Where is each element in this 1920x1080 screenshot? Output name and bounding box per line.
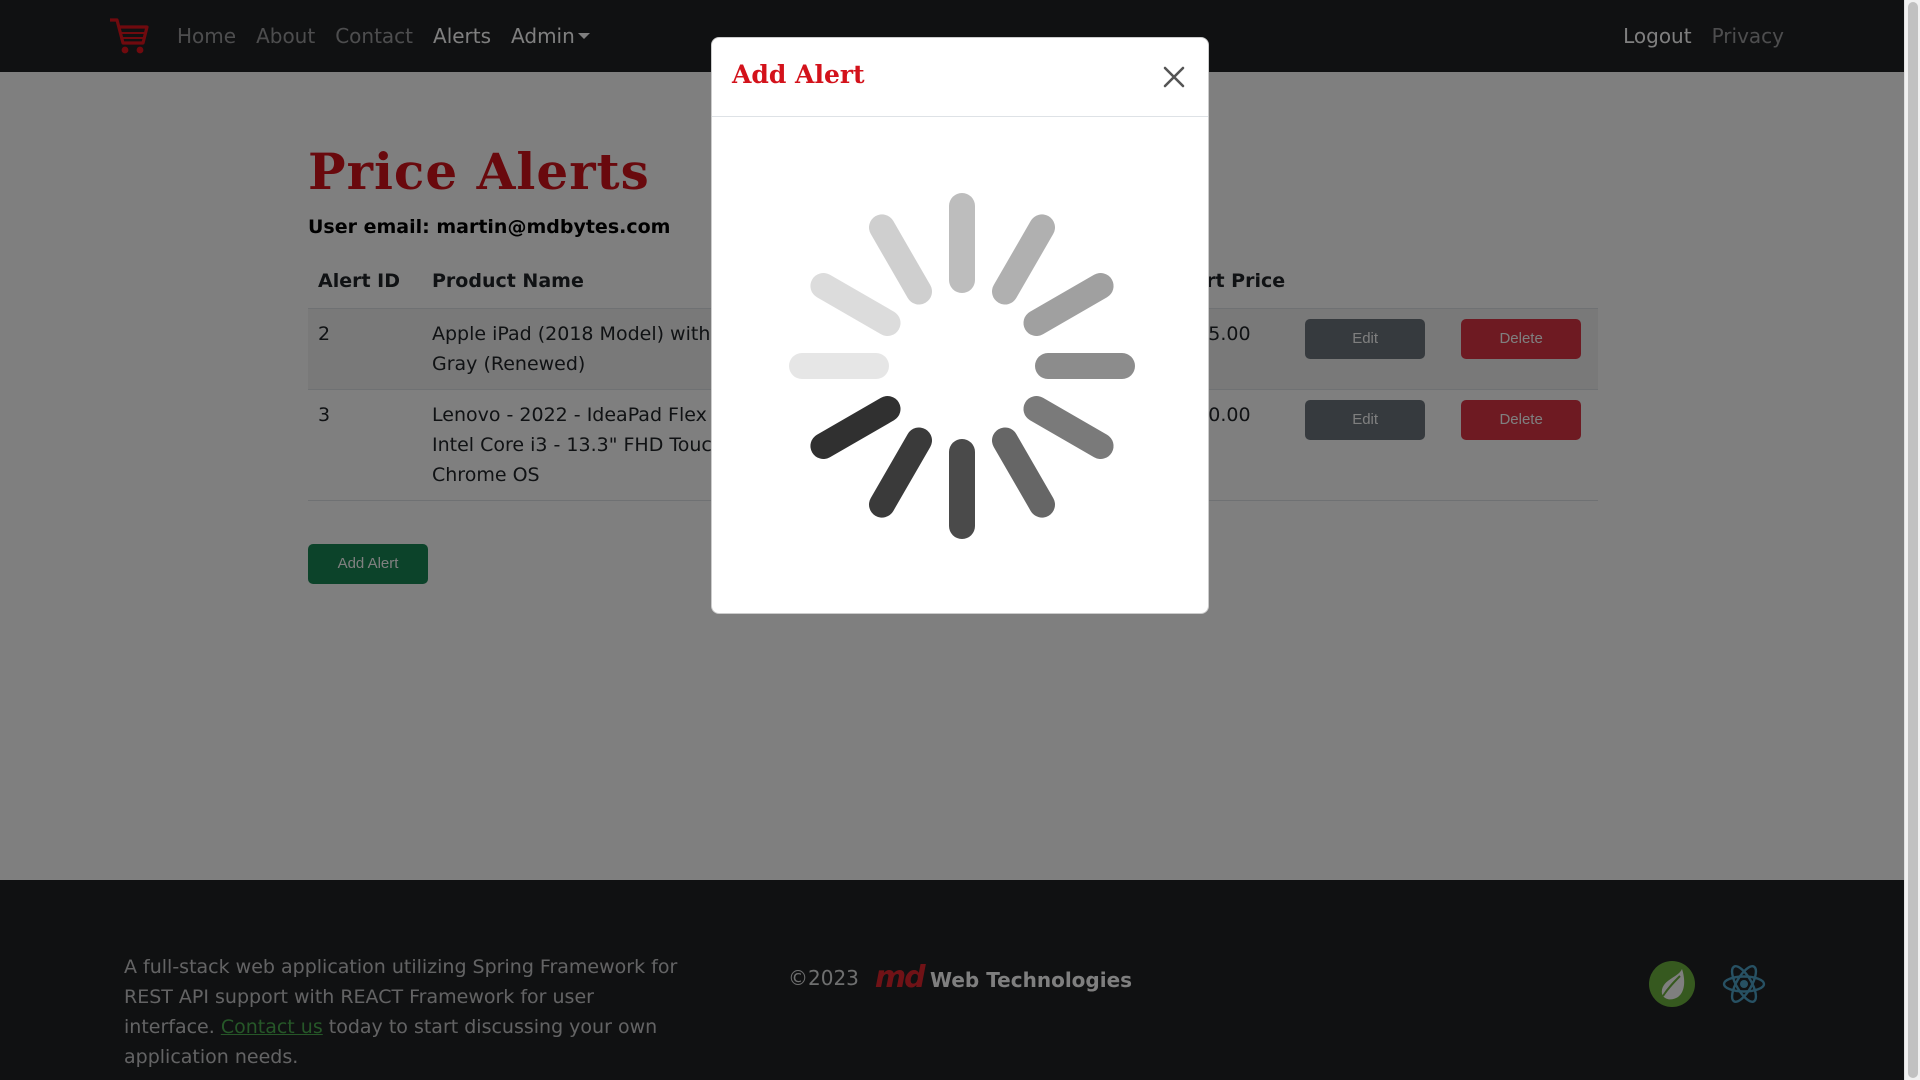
add-alert-modal: Add Alert — [711, 37, 1209, 614]
scrollbar-thumb[interactable] — [1908, 2, 1918, 1078]
modal-title: Add Alert — [732, 60, 865, 89]
page-scrollbar[interactable] — [1904, 0, 1920, 1080]
loading-spinner-icon — [784, 188, 1140, 548]
modal-header: Add Alert — [712, 38, 1208, 117]
close-icon[interactable] — [1160, 63, 1188, 91]
